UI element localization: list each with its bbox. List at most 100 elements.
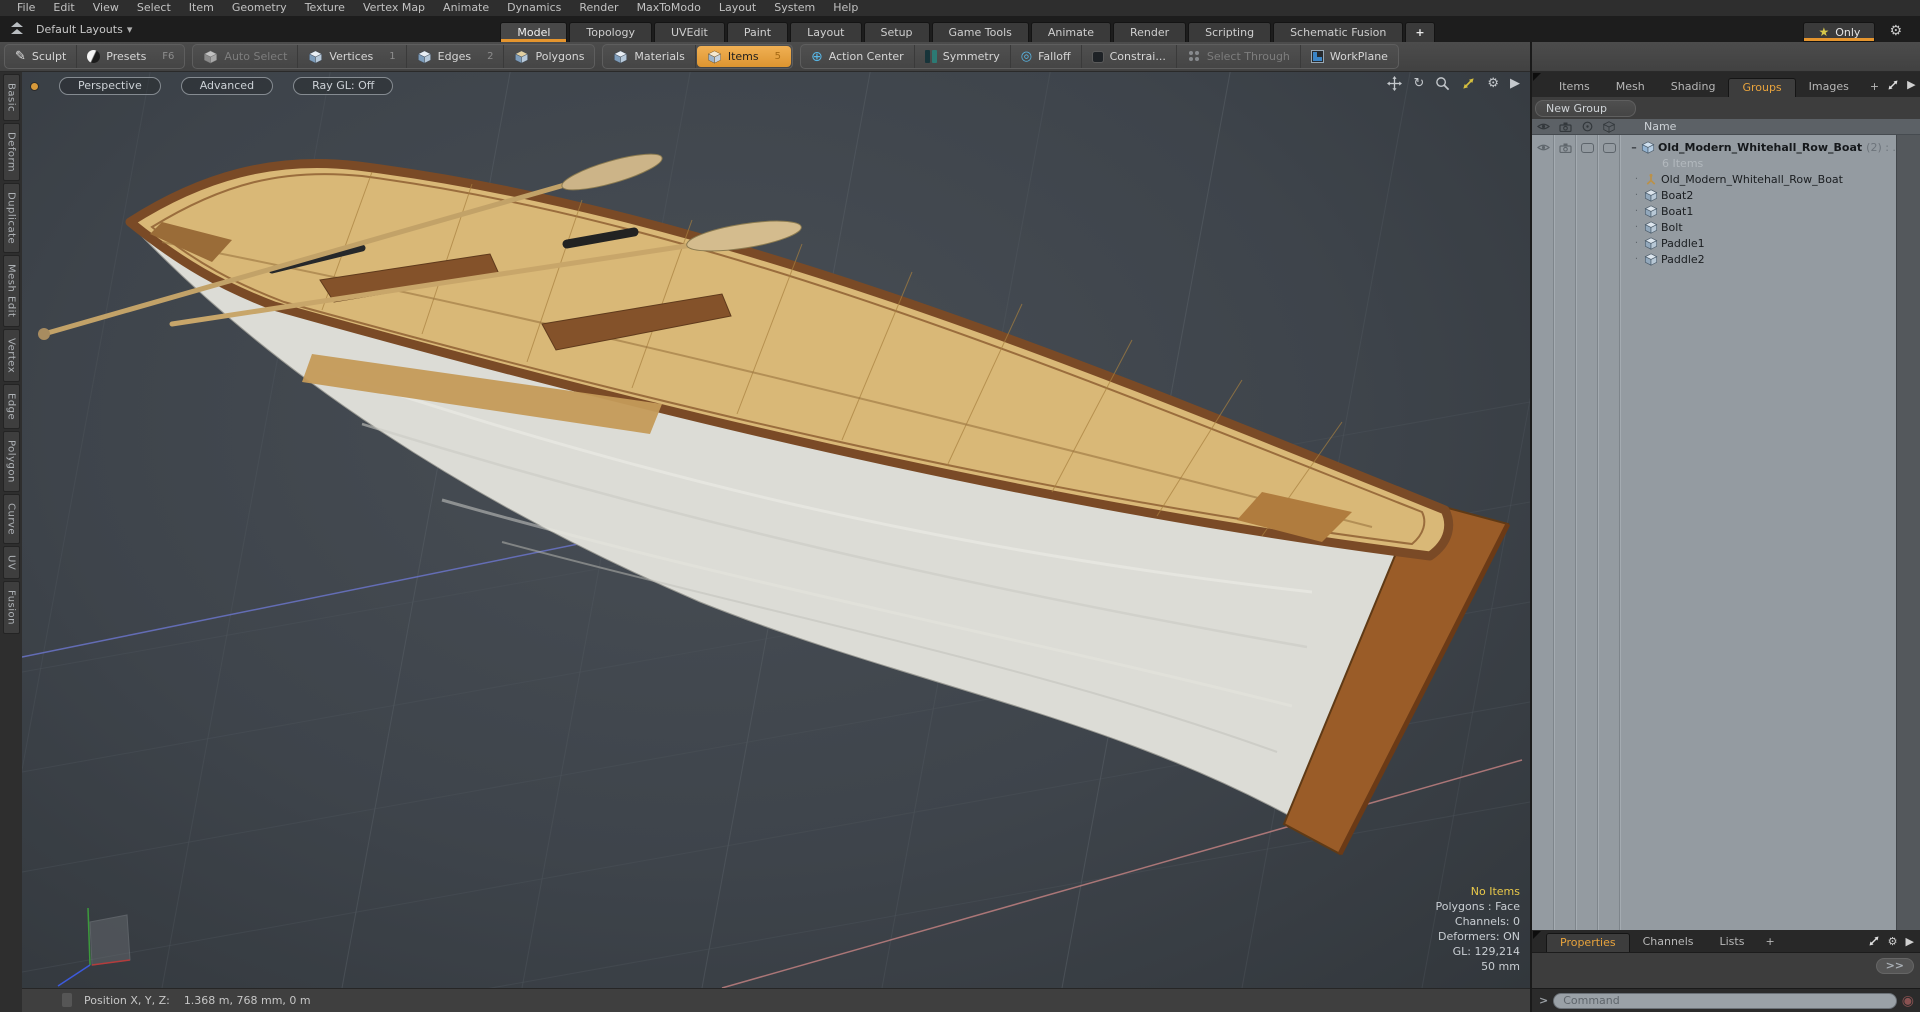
menu-file[interactable]: File (8, 0, 44, 16)
tree-scrollbar[interactable] (1896, 135, 1920, 930)
tab-lists[interactable]: Lists (1707, 933, 1758, 952)
group-render-toggle[interactable] (1558, 143, 1572, 153)
materials-button[interactable]: Materials (603, 45, 696, 68)
left-tab-edge[interactable]: Edge (2, 383, 20, 430)
menu-render[interactable]: Render (570, 0, 627, 16)
falloff-button[interactable]: ◎ Falloff (1011, 45, 1082, 68)
tab-properties[interactable]: Properties (1546, 933, 1630, 952)
menu-dynamics[interactable]: Dynamics (498, 0, 570, 16)
tree-item-paddle1[interactable]: · Paddle1 (1630, 235, 1920, 251)
left-tab-polygon[interactable]: Polygon (2, 431, 20, 492)
statusbar-handle[interactable] (62, 993, 72, 1007)
polygons-button[interactable]: Polygons (504, 45, 594, 68)
only-button[interactable]: ★ Only (1803, 22, 1876, 42)
tab-schematic-fusion[interactable]: Schematic Fusion (1273, 22, 1404, 42)
symmetry-button[interactable]: Symmetry (915, 45, 1011, 68)
item-column-icon[interactable] (1603, 120, 1615, 133)
tab-animate[interactable]: Animate (1030, 22, 1111, 42)
expand-panel-icon[interactable] (1868, 935, 1880, 947)
auto-select-button[interactable]: Auto Select (193, 45, 299, 68)
add-workspace-tab-button[interactable]: + (1405, 22, 1435, 42)
shading-mode-button[interactable]: Advanced (180, 77, 274, 95)
menu-help[interactable]: Help (824, 0, 867, 16)
viewport-gear-icon[interactable]: ⚙ (1487, 77, 1499, 90)
raygl-button[interactable]: Ray GL: Off (293, 77, 394, 95)
tree-item-boat1[interactable]: · Boat1 (1630, 203, 1920, 219)
tab-items[interactable]: Items (1546, 78, 1603, 97)
menu-vertex-map[interactable]: Vertex Map (354, 0, 434, 16)
tree-item-bolt[interactable]: · Bolt (1630, 219, 1920, 235)
name-column-header[interactable]: Name (1644, 120, 1676, 133)
tab-layout[interactable]: Layout (790, 22, 862, 42)
left-tab-fusion[interactable]: Fusion (2, 581, 20, 634)
render-column-icon[interactable] (1558, 122, 1572, 132)
lock-column-icon[interactable] (1582, 121, 1593, 132)
tab-topology[interactable]: Topology (569, 22, 652, 42)
left-tab-duplicate[interactable]: Duplicate (2, 183, 20, 254)
tab-groups[interactable]: Groups (1728, 78, 1796, 97)
viewport-menu-dot-icon[interactable] (30, 81, 39, 91)
tab-uvedit[interactable]: UVEdit (653, 22, 725, 42)
tab-channels[interactable]: Channels (1630, 933, 1707, 952)
layout-switcher[interactable]: Default Layouts ▾ (36, 23, 132, 36)
tab-paint[interactable]: Paint (726, 22, 789, 42)
tree-item-boat2[interactable]: · Boat2 (1630, 187, 1920, 203)
tab-setup[interactable]: Setup (863, 22, 930, 42)
menu-layout[interactable]: Layout (710, 0, 765, 16)
workplane-button[interactable]: WorkPlane (1301, 45, 1398, 68)
left-tab-uv[interactable]: UV (2, 545, 20, 579)
zoom-icon[interactable] (1435, 76, 1450, 91)
menu-geometry[interactable]: Geometry (223, 0, 296, 16)
record-macro-icon[interactable]: ◉ (1902, 994, 1914, 1008)
tab-shading[interactable]: Shading (1658, 78, 1729, 97)
constraint-button[interactable]: Constrai... (1082, 45, 1177, 68)
visibility-column-icon[interactable] (1536, 122, 1550, 131)
select-through-button[interactable]: Select Through (1177, 45, 1301, 68)
sculpt-button[interactable]: ✎ Sculpt (5, 45, 78, 68)
panel-corner-wedge[interactable] (1533, 73, 1541, 81)
menu-select[interactable]: Select (128, 0, 180, 16)
viewport-canvas[interactable] (22, 72, 1530, 988)
left-tab-curve[interactable]: Curve (2, 493, 20, 544)
command-input[interactable] (1553, 992, 1897, 1009)
panel-more-icon[interactable]: ▶ (1907, 78, 1915, 91)
group-visibility-toggle[interactable] (1536, 143, 1550, 152)
collapse-toolbars-icon[interactable] (8, 22, 26, 38)
tree-item-paddle2[interactable]: · Paddle2 (1630, 251, 1920, 267)
left-tab-vertex[interactable]: Vertex (2, 328, 20, 382)
menu-item[interactable]: Item (180, 0, 223, 16)
group-collapse-icon[interactable]: – (1628, 141, 1640, 154)
expand-panel-icon[interactable] (1887, 79, 1899, 91)
edges-button[interactable]: Edges 2 (407, 45, 505, 68)
group-row[interactable]: – Old_Modern_Whitehall_Row_Boat (2) : ..… (1532, 139, 1920, 156)
bottom-gear-icon[interactable]: ⚙ (1888, 935, 1898, 948)
tab-scripting[interactable]: Scripting (1188, 22, 1272, 42)
new-group-button[interactable]: New Group (1535, 99, 1636, 117)
menu-animate[interactable]: Animate (434, 0, 498, 16)
group-checkbox-2[interactable] (1602, 142, 1616, 153)
rowboat-model[interactable] (38, 147, 1511, 856)
group-checkbox-1[interactable] (1580, 142, 1594, 153)
tree-item-locator[interactable]: · Old_Modern_Whitehall_Row_Boat (1630, 171, 1920, 187)
left-tab-basic[interactable]: Basic (2, 74, 20, 121)
menu-maxtomodo[interactable]: MaxToModo (628, 0, 710, 16)
tab-mesh-ops[interactable]: Mesh Ops (1603, 78, 1658, 111)
tab-images[interactable]: Images (1796, 78, 1862, 97)
viewport-more-icon[interactable]: ▶ (1510, 77, 1520, 90)
menu-texture[interactable]: Texture (296, 0, 354, 16)
menu-system[interactable]: System (765, 0, 824, 16)
tab-game-tools[interactable]: Game Tools (931, 22, 1029, 42)
3d-viewport[interactable]: Perspective Advanced Ray GL: Off ↻ ⚙ ▶ N… (22, 72, 1530, 988)
left-tab-mesh-edit[interactable]: Mesh Edit (2, 255, 20, 327)
tab-render[interactable]: Render (1112, 22, 1187, 42)
bottom-more-icon[interactable]: ▶ (1906, 935, 1914, 948)
pan-icon[interactable] (1387, 76, 1403, 91)
presets-button[interactable]: Presets F6 (77, 45, 184, 68)
orbit-icon[interactable]: ↻ (1413, 77, 1424, 90)
add-bottom-tab-button[interactable]: + (1757, 933, 1782, 952)
menu-edit[interactable]: Edit (44, 0, 83, 16)
panel-corner-wedge[interactable] (1533, 931, 1541, 939)
vertices-button[interactable]: Vertices 1 (298, 45, 407, 68)
maximize-icon[interactable] (1461, 76, 1476, 91)
action-center-button[interactable]: ⊕ Action Center (801, 45, 915, 68)
